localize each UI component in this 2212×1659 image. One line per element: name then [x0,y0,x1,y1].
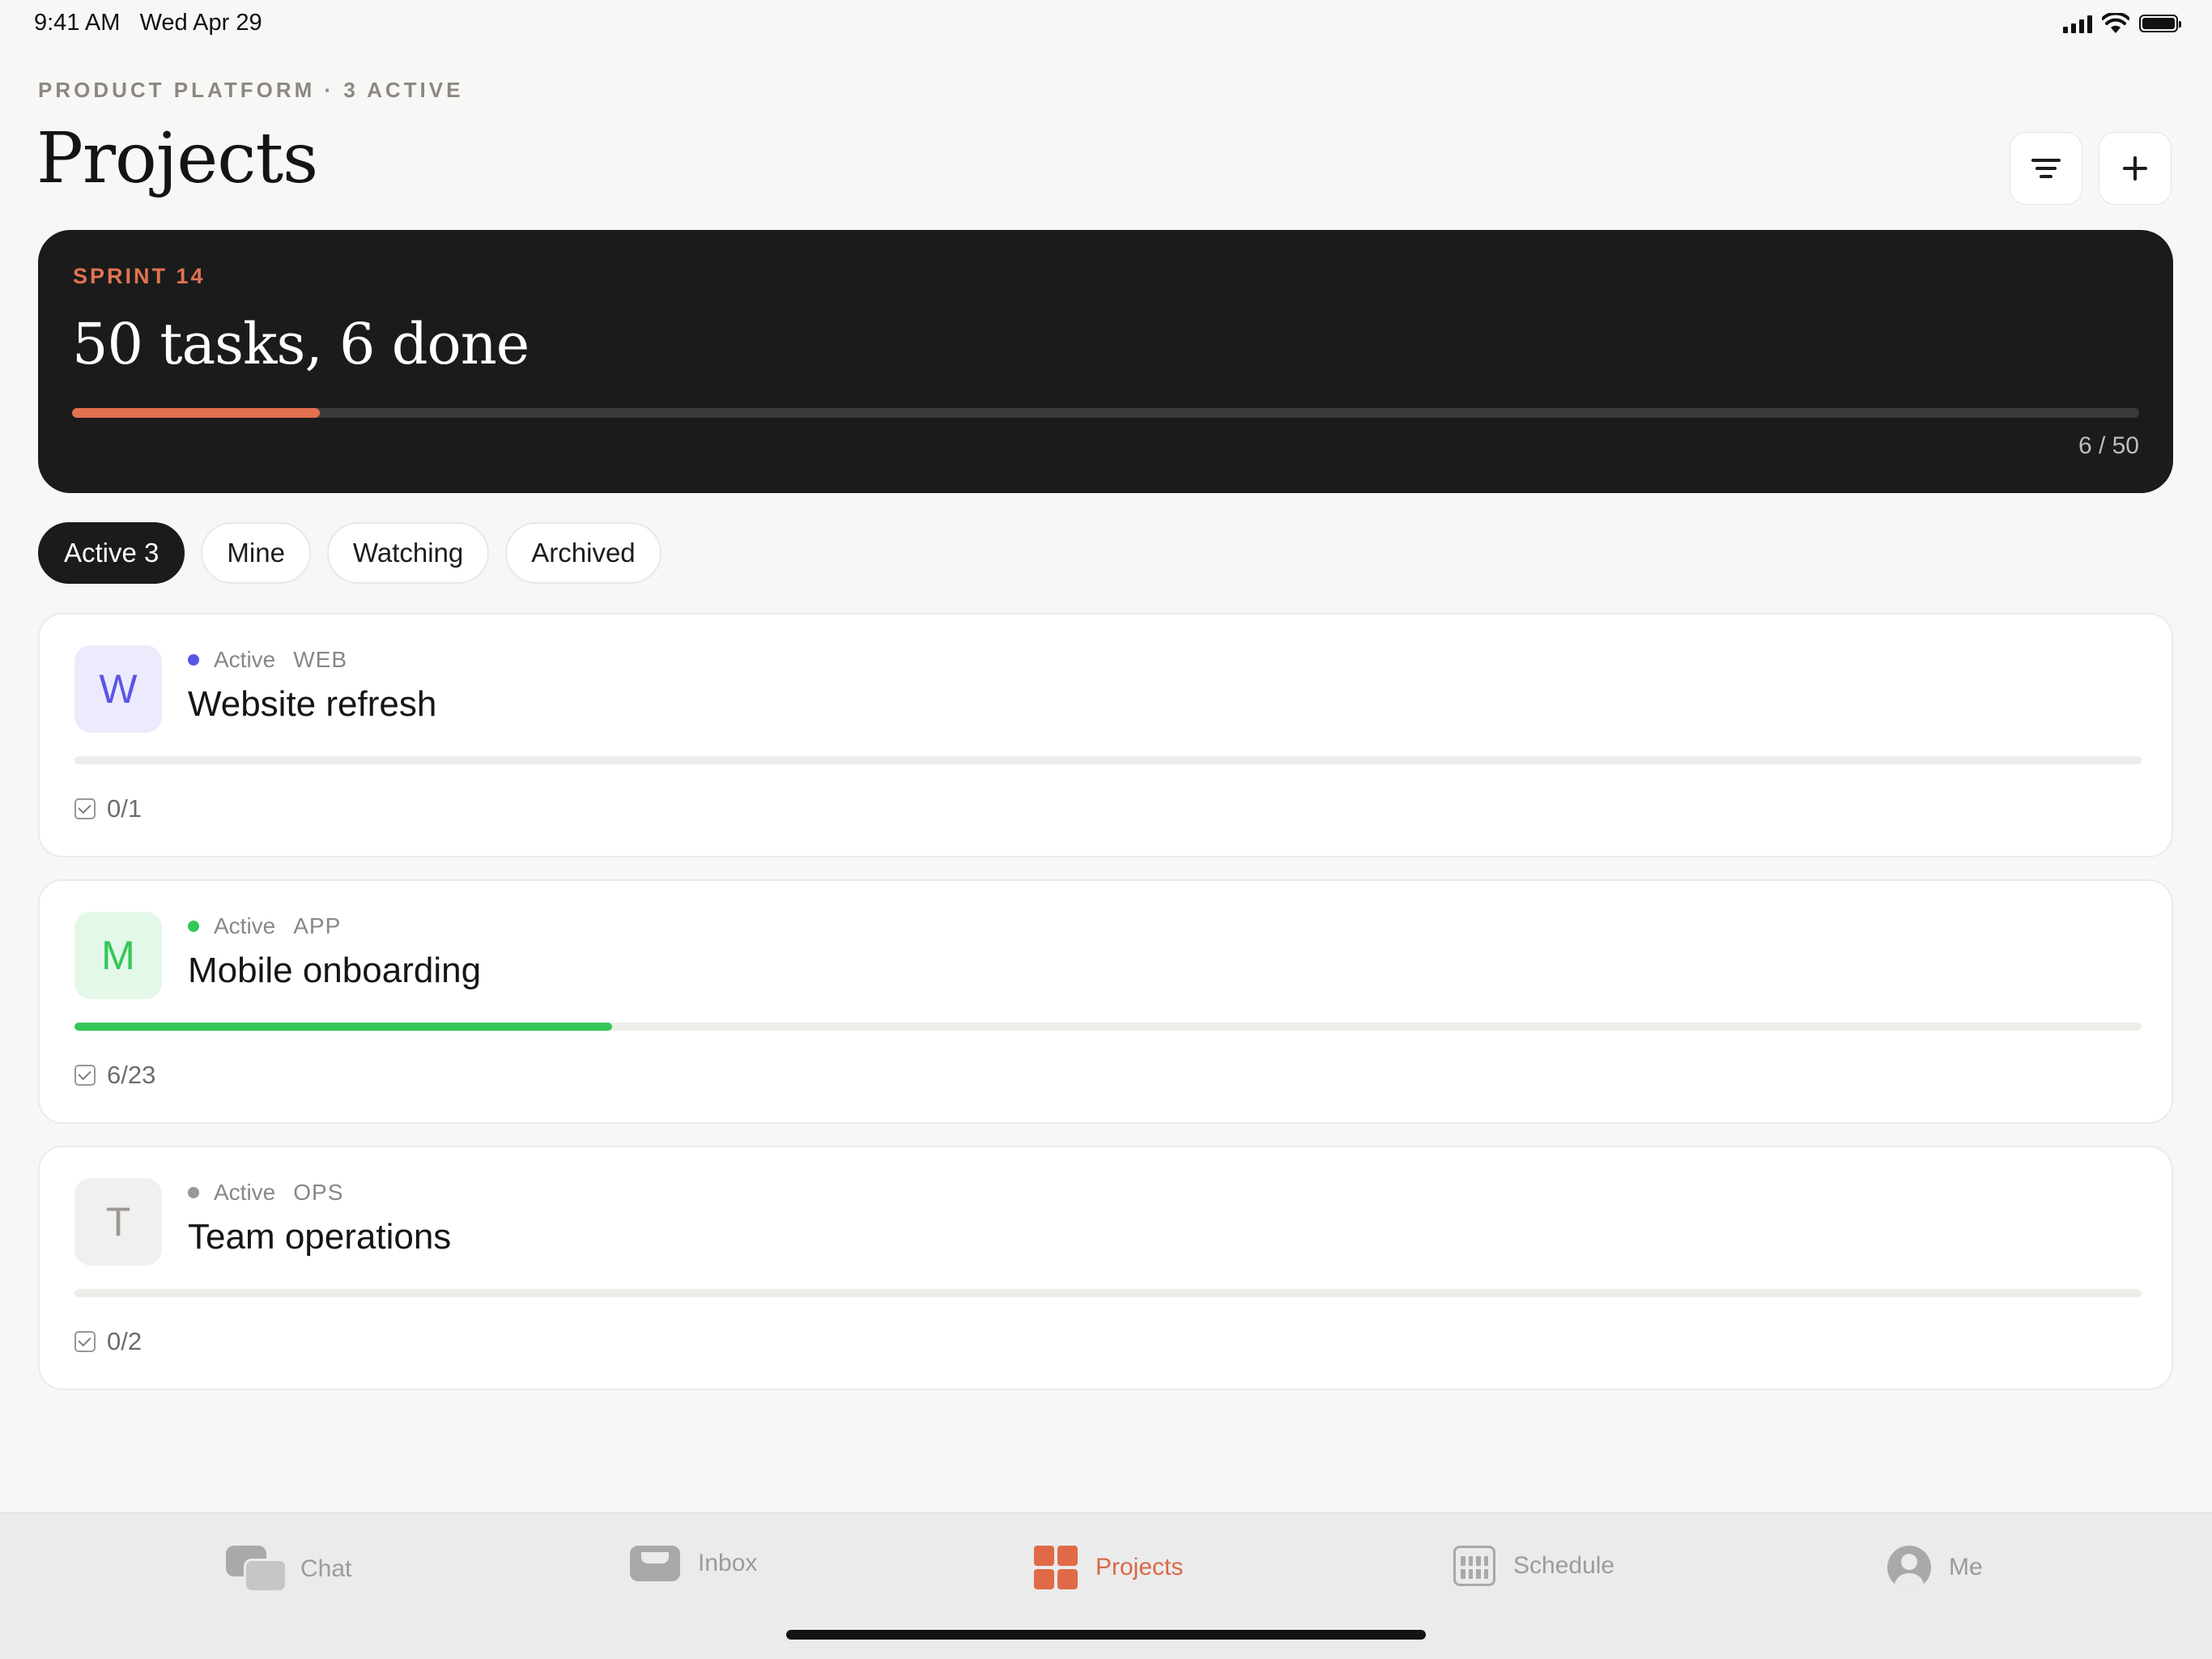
sprint-count: 6 / 50 [2078,432,2139,459]
status-dot [188,921,199,932]
project-meta: Active APP [188,913,341,939]
project-status: Active [214,1180,276,1205]
home-indicator [786,1630,1426,1640]
tab-schedule[interactable]: Schedule [1453,1546,1614,1586]
sprint-summary-card[interactable]: SPRINT 14 50 tasks, 6 done 6 / 50 [38,230,2173,493]
task-count-text: 6/23 [107,1061,156,1089]
chip-watching[interactable]: Watching [326,522,490,584]
tab-label: Schedule [1513,1552,1615,1579]
project-status: Active [214,647,276,672]
tab-projects[interactable]: Projects [1034,1546,1183,1589]
person-icon [1887,1546,1931,1589]
project-card-website-refresh[interactable]: W Active WEB Website refresh 0/1 [38,613,2173,857]
status-icons [2063,13,2181,34]
cellular-signal-icon [2063,14,2092,33]
sprint-progress-fill [72,408,321,418]
battery-icon [2139,15,2181,32]
tab-label: Projects [1095,1554,1184,1580]
status-dot [188,654,199,666]
project-card-mobile-onboarding[interactable]: M Active APP Mobile onboarding 6/23 [38,879,2173,1124]
wifi-icon [2102,13,2129,33]
project-task-count: 0/1 [74,794,142,823]
chip-archived[interactable]: Archived [505,522,661,584]
checkbox-icon [74,1065,96,1086]
tab-label: Inbox [698,1550,758,1576]
tab-chat[interactable]: Chat [226,1546,351,1593]
project-tag: OPS [293,1180,344,1205]
sprint-label: SPRINT 14 [73,264,206,288]
page-title: Projects [36,118,318,199]
sprint-progress-bar [72,408,2139,418]
project-avatar: M [74,912,162,999]
project-meta: Active WEB [188,647,347,673]
status-time: 9:41 AM [34,10,121,36]
plus-icon [2123,156,2147,181]
tab-label: Chat [300,1555,352,1582]
project-name: Mobile onboarding [188,951,482,990]
task-count-text: 0/1 [107,794,143,823]
project-meta: Active OPS [188,1180,343,1206]
status-clock: 9:41 AM Wed Apr 29 [34,10,262,36]
project-task-count: 0/2 [74,1327,142,1356]
project-tag: APP [293,913,342,938]
sprint-title: 50 tasks, 6 done [72,311,530,377]
team-eyebrow: PRODUCT PLATFORM · 3 ACTIVE [38,78,464,102]
filter-button[interactable] [2010,132,2082,205]
project-avatar: T [74,1178,162,1266]
filter-chips: Active 3 Mine Watching Archived [38,522,661,584]
tab-me[interactable]: Me [1887,1546,1983,1589]
project-status: Active [214,913,276,938]
chat-icon [226,1546,287,1593]
project-progress-bar [74,756,2142,764]
projects-grid-icon [1034,1546,1078,1589]
filter-icon [2031,159,2061,178]
task-count-text: 0/2 [107,1327,143,1355]
chip-mine[interactable]: Mine [201,522,311,584]
tab-label: Me [1949,1554,1983,1580]
project-name: Website refresh [188,684,437,724]
project-card-team-operations[interactable]: T Active OPS Team operations 0/2 [38,1146,2173,1390]
project-progress-bar [74,1023,2142,1031]
inbox-icon [630,1546,680,1581]
checkbox-icon [74,798,96,819]
status-date: Wed Apr 29 [139,10,262,36]
project-tag: WEB [293,647,348,672]
project-avatar: W [74,645,162,733]
project-progress-bar [74,1289,2142,1297]
tab-inbox[interactable]: Inbox [630,1546,757,1581]
project-name: Team operations [188,1217,452,1257]
chip-active[interactable]: Active 3 [38,522,185,584]
status-bar: 9:41 AM Wed Apr 29 [0,0,2212,49]
project-progress-fill [74,1023,612,1031]
checkbox-icon [74,1331,96,1352]
status-dot [188,1187,199,1198]
calendar-icon [1453,1546,1495,1586]
project-task-count: 6/23 [74,1061,155,1090]
add-project-button[interactable] [2099,132,2172,205]
